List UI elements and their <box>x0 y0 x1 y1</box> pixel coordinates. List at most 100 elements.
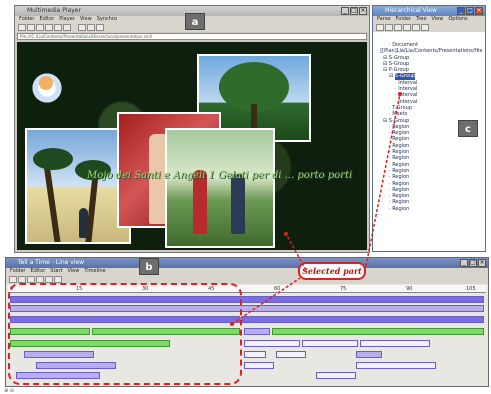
tree-node-label: Region <box>392 149 410 156</box>
ruler-tick: 75 <box>340 286 347 292</box>
menu-item[interactable]: Folder <box>10 268 25 275</box>
new-icon[interactable] <box>376 24 384 31</box>
zoom-out-icon[interactable] <box>45 276 53 283</box>
tree-node-label: T-Group <box>392 104 412 111</box>
maximize-button[interactable]: □ <box>466 7 474 15</box>
presentation-stage: Mojo dei Santi e Angeli 1 Gelati per di … <box>17 42 367 250</box>
pause-icon[interactable] <box>87 24 95 31</box>
tree-node-label: Region <box>392 136 410 143</box>
tree-node-label: Region <box>392 161 410 168</box>
tree-node-label: P-Group <box>388 67 409 74</box>
ruler-tick: 60 <box>274 286 281 292</box>
save-icon[interactable] <box>27 276 35 283</box>
tree-node-label: Meets <box>392 111 408 118</box>
angel-figure <box>39 76 53 90</box>
menu-item[interactable]: View <box>80 16 92 23</box>
tree-node-label: Region <box>392 186 410 193</box>
menu-item[interactable]: Editor <box>39 16 54 23</box>
timeline-bar-region[interactable] <box>244 362 274 369</box>
delete-icon[interactable] <box>421 24 429 31</box>
menu-item[interactable]: Synchro <box>97 16 117 23</box>
tree-node-label: Interval <box>398 79 418 86</box>
menu-item[interactable]: Folder <box>396 16 411 23</box>
new-icon[interactable] <box>9 276 17 283</box>
zoom-in-icon[interactable] <box>36 276 44 283</box>
menu-item[interactable]: Folder <box>19 16 34 23</box>
presentation-caption: Mojo dei Santi e Angeli 1 Gelati per di … <box>87 170 353 181</box>
menu-item[interactable]: View <box>67 268 79 275</box>
timeline-bar-region[interactable] <box>244 340 300 347</box>
timeline-bar-group[interactable] <box>242 316 484 323</box>
maximize-button[interactable]: □ <box>350 7 358 15</box>
close-button[interactable]: × <box>475 7 483 15</box>
tree-node-label: Interval <box>398 98 418 105</box>
stop-icon[interactable] <box>78 24 86 31</box>
callout-b: b <box>139 258 159 275</box>
minimize-button[interactable]: _ <box>460 259 468 267</box>
tree-node-label: Interval <box>398 86 418 93</box>
close-button[interactable]: × <box>359 7 367 15</box>
tree-node-label: Region <box>392 130 410 137</box>
fit-icon[interactable] <box>54 276 62 283</box>
timeline-menubar: Folder Editor Start View Timeline <box>6 268 488 275</box>
maximize-button[interactable]: □ <box>469 259 477 267</box>
tree-node[interactable]: · Region <box>375 206 483 212</box>
menu-item[interactable]: Parse <box>377 16 391 23</box>
close-button[interactable]: × <box>478 259 486 267</box>
menu-item[interactable]: Options <box>448 16 467 23</box>
tree-node-label: [[Plan]Lia/Lia/Contents/Presentations/Hi… <box>380 48 483 55</box>
copy-icon[interactable] <box>412 24 420 31</box>
copy-icon[interactable] <box>54 24 62 31</box>
tree-node-label: Interval <box>398 92 418 99</box>
timeline-bar-interval[interactable] <box>356 351 382 358</box>
minimize-button[interactable]: _ <box>457 7 465 15</box>
timeline-bar-region[interactable] <box>276 351 306 358</box>
minimize-button[interactable]: _ <box>341 7 349 15</box>
timeline-bar-region[interactable] <box>360 340 430 347</box>
tree-node-label: S-Group <box>388 117 410 124</box>
tree-node-label: Region <box>392 123 410 130</box>
ruler-tick: 105 <box>466 286 476 292</box>
open-icon[interactable] <box>18 276 26 283</box>
hier-toolbar <box>373 23 485 32</box>
timeline-bar-interval[interactable] <box>244 328 270 335</box>
palm-beach-photo <box>25 128 131 244</box>
open-icon[interactable] <box>27 24 35 31</box>
menu-item[interactable]: Start <box>50 268 62 275</box>
tree-node-label: Region <box>392 155 410 162</box>
tree-node-label: Region <box>392 174 410 181</box>
timeline-bar-region[interactable] <box>302 340 358 347</box>
save-icon[interactable] <box>394 24 402 31</box>
menu-item[interactable]: Tree <box>416 16 426 23</box>
menu-item[interactable]: Player <box>59 16 75 23</box>
selected-part-outline <box>8 283 242 385</box>
new-icon[interactable] <box>18 24 26 31</box>
hier-menubar: Parse Folder Tree View Options <box>373 16 485 23</box>
cut-icon[interactable] <box>403 24 411 31</box>
tree-node-label: Region <box>392 167 410 174</box>
timeline-bar-region[interactable] <box>356 362 436 369</box>
tree-node-label: Region <box>392 199 410 206</box>
zoom-controls[interactable]: ⊕ ⊖ <box>4 388 14 394</box>
selected-part-label: Selected part <box>298 262 366 280</box>
timeline-bar-region[interactable] <box>244 351 266 358</box>
open-icon[interactable] <box>385 24 393 31</box>
edit-icon[interactable] <box>45 24 53 31</box>
menu-item[interactable]: View <box>431 16 443 23</box>
timeline-bar-region[interactable] <box>316 372 356 379</box>
tree-node-label: Region <box>392 142 410 149</box>
menu-item[interactable]: Timeline <box>84 268 105 275</box>
save-icon[interactable] <box>36 24 44 31</box>
delete-icon[interactable] <box>63 24 71 31</box>
callout-c: c <box>458 120 478 137</box>
play-icon[interactable] <box>96 24 104 31</box>
callout-a: a <box>185 13 205 30</box>
player-window: Multimedia Player _ □ × Folder Editor Pl… <box>14 5 370 253</box>
garden-dancers-photo <box>165 128 275 248</box>
tree-node-label: S-Group <box>388 54 410 61</box>
address-field[interactable]: file:///C:/Lia/Contents/Presentations/Hi… <box>17 33 367 40</box>
menu-item[interactable]: Editor <box>30 268 45 275</box>
ruler-tick: 90 <box>406 286 413 292</box>
timeline-bar-media[interactable] <box>272 328 484 335</box>
tree-node-label: Region <box>392 193 410 200</box>
